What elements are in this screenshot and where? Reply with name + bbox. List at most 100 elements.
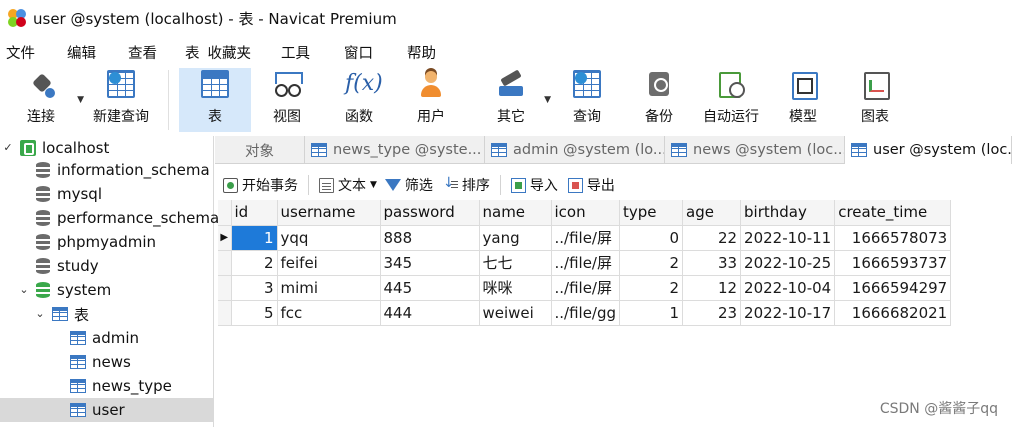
column-header-password[interactable]: password [380,200,480,226]
auto-run-button[interactable]: 自动运行 [695,68,767,132]
menu-tools[interactable]: 工具 [277,42,314,63]
grid-cell[interactable]: ../file/屏 [551,275,621,301]
view-button[interactable]: 视图 [251,68,323,132]
grid-cell[interactable]: yqq [277,225,381,251]
grid-cell[interactable]: 1666594297 [834,275,952,301]
chart-button[interactable]: 图表 [839,68,911,132]
tree-table-news-type[interactable]: news_type [70,374,172,398]
connect-button[interactable]: 连接 ▼ [10,68,84,132]
tree-db-study[interactable]: study [36,254,99,278]
grid-cell[interactable]: 2022-10-17 [740,300,836,326]
sort-button[interactable]: 排序 [443,175,490,195]
tab-user[interactable]: user @system (loc... [845,136,1012,164]
grid-cell[interactable]: 2022-10-25 [740,250,836,276]
tab-news[interactable]: news @system (loc... [665,136,845,164]
begin-transaction-button[interactable]: 开始事务 [223,175,298,195]
grid-cell[interactable]: 445 [380,275,480,301]
tree-table-admin[interactable]: admin [70,326,139,350]
tree-db-system[interactable]: ⌄ system [0,278,214,302]
tab-admin[interactable]: admin @system (lo... [485,136,665,164]
grid-cell[interactable]: 888 [380,225,480,251]
tree-db-mysql[interactable]: mysql [36,182,102,206]
column-header-name[interactable]: name [479,200,552,226]
tree-db-information-schema[interactable]: information_schema [36,158,210,182]
menu-window[interactable]: 窗口 [340,42,377,63]
tree-table-news[interactable]: news [70,350,131,374]
menu-favorites[interactable]: 收藏夹 [204,42,256,63]
model-button[interactable]: 模型 [767,68,839,132]
column-header-icon[interactable]: icon [551,200,621,226]
column-header-username[interactable]: username [277,200,381,226]
import-button[interactable]: 导入 [510,175,558,195]
grid-cell[interactable]: 2 [231,250,278,276]
column-header-birthday[interactable]: birthday [740,200,836,226]
grid-cell[interactable]: 12 [682,275,742,301]
tree-connection-localhost[interactable]: ✓ localhost [0,136,214,160]
grid-cell[interactable]: 3 [231,275,278,301]
grid-cell[interactable]: feifei [277,250,381,276]
menu-file[interactable]: 文件 [2,42,39,63]
column-header-create-time[interactable]: create_time [834,200,952,226]
grid-cell[interactable]: 22 [682,225,742,251]
filter-button[interactable]: 筛选 [384,175,433,195]
menu-edit[interactable]: 编辑 [63,42,100,63]
menu-help[interactable]: 帮助 [403,42,440,63]
table-button[interactable]: 表 [179,68,251,132]
table-row[interactable]: ▶ 1 yqq 888 yang ../file/屏 0 22 2022-10-… [218,225,952,251]
grid-cell[interactable]: 2022-10-04 [740,275,836,301]
grid-cell[interactable]: 2022-10-11 [740,225,836,251]
connection-icon [20,140,36,156]
grid-cell[interactable]: 345 [380,250,480,276]
grid-cell[interactable]: ../file/gg [551,300,621,326]
function-button[interactable]: f(x) 函数 [323,68,395,132]
chevron-down-icon[interactable]: ⌄ [34,308,46,320]
tab-objects[interactable]: 对象 [215,136,305,164]
grid-cell[interactable]: 1666682021 [834,300,952,326]
chevron-down-icon[interactable]: ✓ [2,142,14,154]
table-row[interactable]: 2 feifei 345 七七 ../file/屏 2 33 2022-10-2… [218,250,952,276]
grid-cell[interactable]: 2 [619,275,684,301]
menu-view[interactable]: 查看 [124,42,161,63]
row-header[interactable] [218,300,232,326]
grid-cell[interactable]: 1666578073 [834,225,952,251]
export-button[interactable]: 导出 [567,175,615,195]
grid-cell[interactable]: 5 [231,300,278,326]
column-header-id[interactable]: id [231,200,278,226]
new-query-button[interactable]: 新建查询 [86,68,156,132]
tree-table-user[interactable]: user [0,398,214,422]
grid-cell[interactable]: 1 [231,225,278,251]
tree-db-phpmyadmin[interactable]: phpmyadmin [36,230,156,254]
menu-table[interactable]: 表 [181,42,204,63]
text-button[interactable]: 文本 ▼ [319,175,377,195]
grid-cell[interactable]: yang [479,225,552,251]
grid-cell[interactable]: 0 [619,225,684,251]
grid-cell[interactable]: weiwei [479,300,552,326]
grid-cell[interactable]: 七七 [479,250,552,276]
grid-cell[interactable]: ../file/屏 [551,250,621,276]
tree-folder-tables[interactable]: ⌄ 表 [0,302,214,326]
column-header-type[interactable]: type [619,200,684,226]
grid-cell[interactable]: 33 [682,250,742,276]
grid-cell[interactable]: 咪咪 [479,275,552,301]
chevron-down-icon[interactable]: ⌄ [18,284,30,296]
grid-cell[interactable]: 1 [619,300,684,326]
row-header[interactable] [218,275,232,301]
grid-cell[interactable]: 23 [682,300,742,326]
grid-cell[interactable]: 2 [619,250,684,276]
grid-cell[interactable]: fcc [277,300,381,326]
other-button[interactable]: 其它 ▼ [475,68,551,132]
table-row[interactable]: 5 fcc 444 weiwei ../file/gg 1 23 2022-10… [218,300,952,326]
grid-cell[interactable]: 1666593737 [834,250,952,276]
row-header[interactable] [218,250,232,276]
grid-cell[interactable]: mimi [277,275,381,301]
current-row-marker-icon[interactable]: ▶ [218,225,232,251]
user-button[interactable]: 用户 [395,68,467,132]
query-button[interactable]: 查询 [551,68,623,132]
tab-news-type[interactable]: news_type @syste... [305,136,485,164]
table-row[interactable]: 3 mimi 445 咪咪 ../file/屏 2 12 2022-10-04 … [218,275,952,301]
grid-cell[interactable]: 444 [380,300,480,326]
column-header-age[interactable]: age [682,200,742,226]
tree-db-performance-schema[interactable]: performance_schema [36,206,219,230]
grid-cell[interactable]: ../file/屏 [551,225,621,251]
backup-button[interactable]: 备份 [623,68,695,132]
